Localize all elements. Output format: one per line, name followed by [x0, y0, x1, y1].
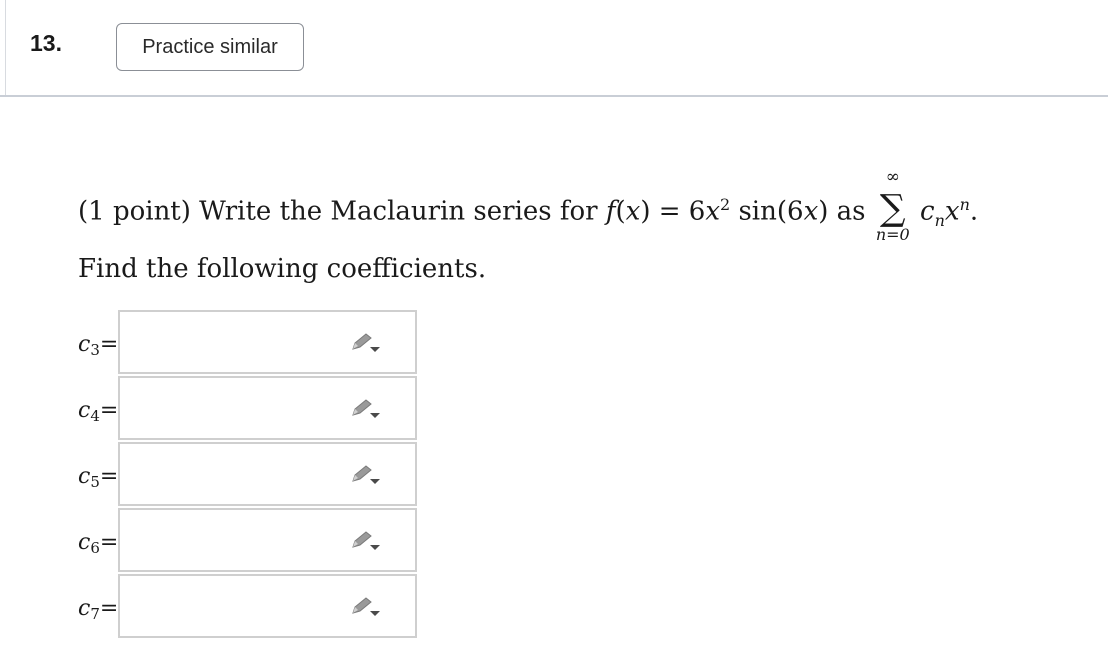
sum-lower-limit: n=0 — [875, 224, 910, 244]
x-variable: x — [944, 196, 960, 227]
answer-label: c5= — [78, 464, 118, 491]
practice-similar-button[interactable]: Practice similar — [116, 23, 304, 71]
answer-label: c4= — [78, 398, 118, 425]
answer-label: c6= — [78, 530, 118, 557]
sum-upper-limit: ∞ — [885, 166, 900, 187]
x-variable: x — [625, 196, 641, 227]
answer-equals: = — [99, 596, 119, 621]
answer-row-c7: c7= — [0, 574, 420, 638]
period: . — [969, 196, 979, 227]
answer-equals: = — [99, 398, 119, 423]
pencil-dropdown-icon[interactable] — [350, 530, 382, 552]
answer-subscript: 7 — [90, 605, 100, 623]
sin-argument-coef: 6 — [787, 196, 804, 227]
answer-subscript: 4 — [90, 407, 100, 425]
answer-var: c — [78, 530, 91, 555]
answer-var: c — [78, 464, 91, 489]
answer-subscript: 5 — [90, 473, 100, 491]
answer-row-c6: c6= — [0, 508, 420, 572]
answer-row-c4: c4= — [0, 376, 420, 440]
problem-prefix: (1 point) Write the Maclaurin series for — [78, 196, 598, 227]
exponent: 2 — [720, 195, 731, 214]
series-index: n — [934, 210, 945, 230]
x-variable: x — [803, 196, 819, 227]
answer-subscript: 3 — [90, 341, 100, 359]
pencil-dropdown-icon[interactable] — [350, 332, 382, 354]
x-variable: x — [705, 196, 721, 227]
paren-open: ( — [776, 196, 788, 227]
answer-var: c — [78, 398, 91, 423]
question-header: 13. Practice similar — [0, 0, 1108, 97]
answer-equals: = — [99, 530, 119, 555]
summation: ∞ ∑ n=0 — [874, 167, 912, 244]
question-number: 13. — [30, 30, 62, 56]
answer-var: c — [78, 596, 91, 621]
pencil-dropdown-icon[interactable] — [350, 464, 382, 486]
problem-statement: (1 point) Write the Maclaurin series for… — [78, 167, 979, 244]
pencil-dropdown-icon[interactable] — [350, 398, 382, 420]
answer-row-c3: c3= — [0, 310, 420, 374]
answer-subscript: 6 — [90, 539, 100, 557]
as-word: as — [836, 196, 866, 227]
coefficient: 6 — [688, 196, 706, 227]
answer-var: c — [78, 332, 91, 357]
answer-equals: = — [99, 332, 119, 357]
series-coefficient: c — [920, 196, 935, 227]
series-exponent: n — [959, 195, 970, 214]
answer-label: c3= — [78, 332, 118, 359]
answer-equals: = — [99, 464, 119, 489]
paren-open: ( — [615, 196, 626, 227]
pencil-dropdown-icon[interactable] — [350, 596, 382, 618]
sigma-symbol: ∑ — [879, 187, 906, 229]
answer-label: c7= — [78, 596, 118, 623]
answer-row-c5: c5= — [0, 442, 420, 506]
sin-function: sin — [738, 196, 777, 227]
instruction-text: Find the following coefficients. — [78, 254, 487, 284]
paren-close: ) — [818, 196, 829, 227]
paren-close: ) — [640, 196, 651, 227]
equals-sign: = — [658, 196, 681, 227]
